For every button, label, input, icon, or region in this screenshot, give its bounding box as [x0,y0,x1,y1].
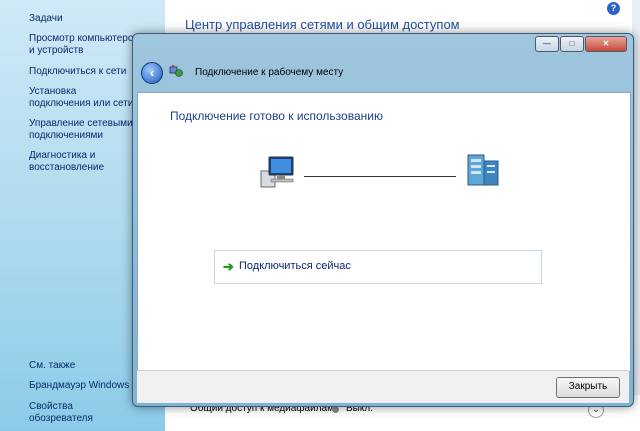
sidebar-item-firewall[interactable]: Брандмауэр Windows [29,380,139,392]
maximize-button[interactable]: □ [560,36,584,52]
server-icon [467,154,499,186]
sidebar-item-setup-connection[interactable]: Установка подключения или сети [29,86,139,110]
wizard-title: Подключение к рабочему месту [195,67,344,78]
caption-buttons: — □ ✕ [535,36,627,52]
status-dot-icon [332,406,339,413]
computer-icon [260,156,294,188]
connect-to-workplace-dialog: — □ ✕ ‹ Подключение к рабочему месту Под… [132,33,634,407]
help-icon[interactable]: ? [607,2,620,15]
sidebar-see-also-header: См. также [29,360,76,371]
close-button[interactable]: Закрыть [556,377,620,398]
close-window-button[interactable]: ✕ [585,36,627,52]
page-title: Центр управления сетями и общим доступом [185,17,460,32]
green-arrow-icon: ➔ [223,259,234,274]
wizard-content: Подключение готово к использованию ➔ Под… [137,92,631,372]
network-wizard-icon [169,64,183,77]
wizard-heading: Подключение готово к использованию [170,109,383,123]
sidebar-item-view-computers[interactable]: Просмотр компьютеров и устройств [29,33,139,57]
connection-line [304,176,456,177]
back-arrow-icon[interactable]: ‹ [141,62,163,84]
sidebar-item-diagnose[interactable]: Диагностика и восстановление [29,150,139,174]
sidebar-item-manage-connections[interactable]: Управление сетевыми подключениями [29,118,139,142]
minimize-button[interactable]: — [535,36,559,52]
sidebar-item-internet-options[interactable]: Свойства обозревателя [29,401,139,425]
wizard-footer: Закрыть [137,370,629,403]
wizard-nav-bar: ‹ Подключение к рабочему месту [137,58,629,88]
sidebar-item-connect-network[interactable]: Подключиться к сети [29,66,139,78]
connect-now-label: Подключиться сейчас [239,260,351,272]
sidebar-tasks-header: Задачи [29,13,63,24]
connect-now-button[interactable]: ➔ Подключиться сейчас [214,250,542,284]
